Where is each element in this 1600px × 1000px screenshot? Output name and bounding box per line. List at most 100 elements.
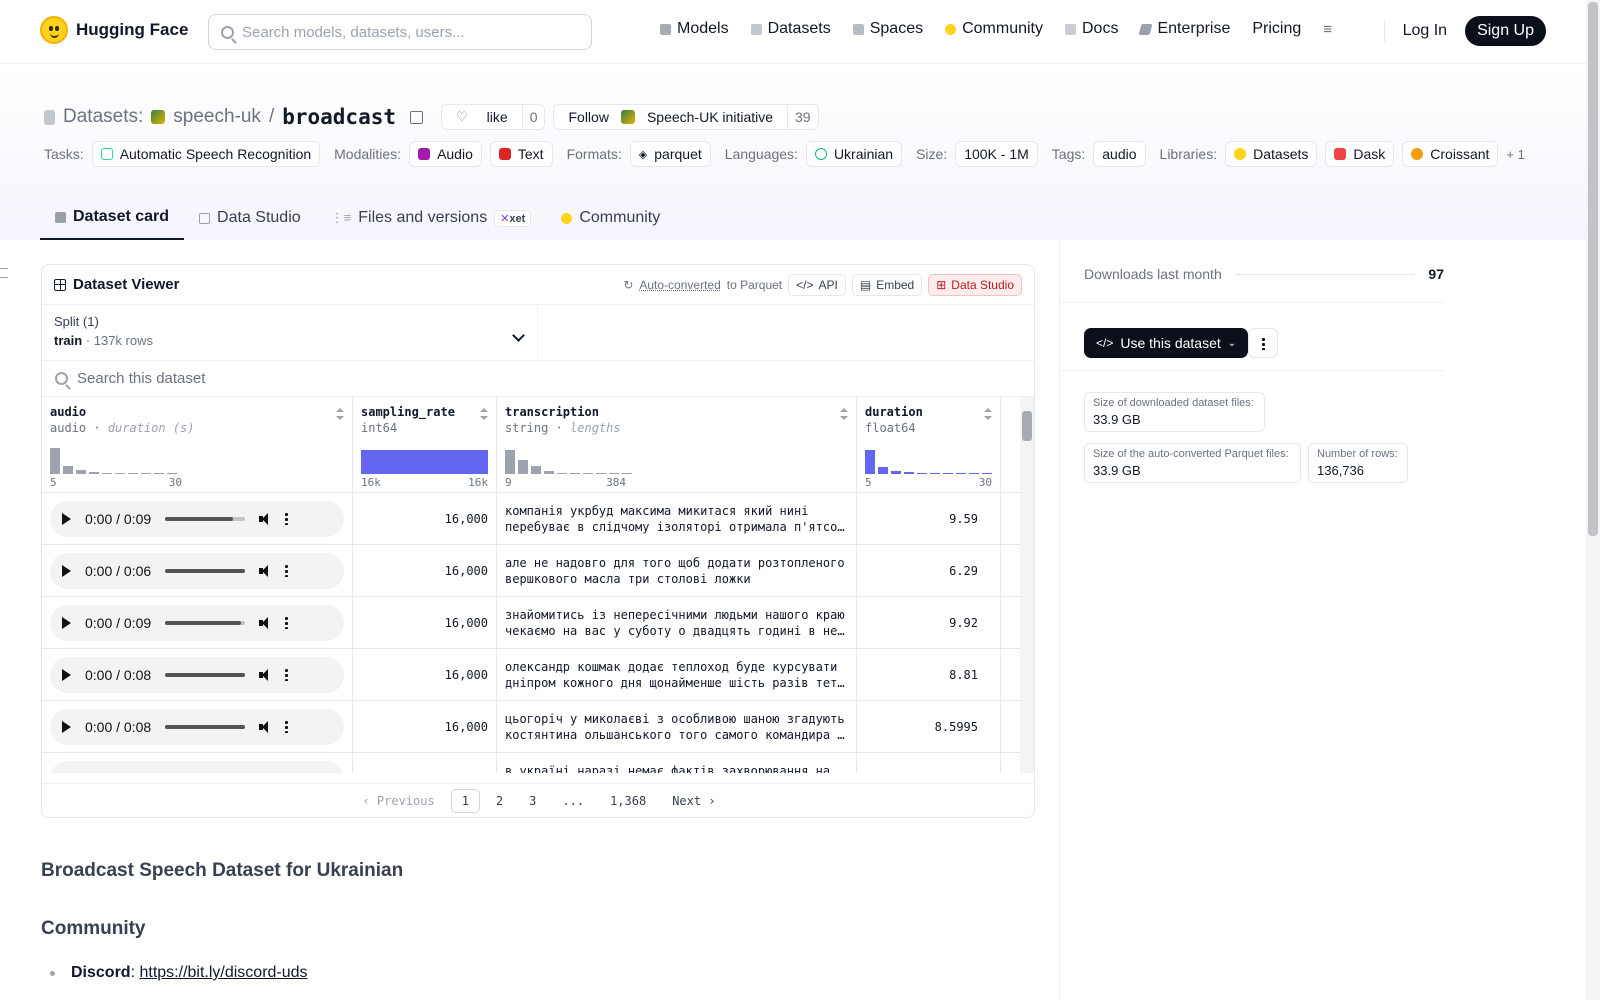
nav-models[interactable]: Models: [660, 20, 729, 38]
audio-player[interactable]: 0:00 / 0:08: [50, 656, 344, 693]
play-icon[interactable]: [62, 668, 71, 681]
nav-pricing[interactable]: Pricing: [1252, 20, 1301, 38]
column-header-sampling-rate[interactable]: sampling_rate int64 16k 16k: [353, 397, 497, 492]
kebab-icon[interactable]: [285, 512, 289, 525]
volume-icon[interactable]: [259, 616, 271, 629]
api-button[interactable]: </> API: [788, 273, 846, 296]
login-link[interactable]: Log In: [1403, 22, 1447, 40]
global-search-input[interactable]: Search models, datasets, users...: [208, 14, 592, 50]
tag-task[interactable]: Automatic Speech Recognition: [91, 141, 321, 167]
volume-icon[interactable]: [259, 720, 271, 733]
play-icon[interactable]: [62, 564, 71, 577]
sort-icon[interactable]: [336, 408, 344, 420]
brand-logo[interactable]: Hugging Face: [40, 16, 188, 44]
audio-player[interactable]: 0:00 / 0:06: [50, 552, 344, 589]
dataset-search-input[interactable]: Search this dataset: [42, 361, 1034, 397]
like-count: 0: [521, 105, 545, 129]
play-icon[interactable]: [62, 616, 71, 629]
tab-community[interactable]: Community: [546, 196, 675, 240]
tag-language[interactable]: Ukrainian: [805, 141, 903, 167]
parquet-size-stat: Size of the auto-converted Parquet files…: [1084, 443, 1301, 483]
nav-spaces[interactable]: Spaces: [852, 20, 923, 38]
tag-lib-croissant[interactable]: Croissant: [1402, 141, 1499, 167]
like-button[interactable]: ♡ like 0: [441, 104, 546, 130]
table-row[interactable]: 0:00 / 0:08 16,000 олександр кошмак додає …: [42, 649, 1034, 701]
nav-datasets[interactable]: Datasets: [750, 20, 831, 38]
spaces-icon: [852, 23, 864, 35]
table-row[interactable]: 0:00 / 0:06 16,000 але не надовго для того…: [42, 545, 1034, 597]
table-row[interactable]: 0:00 / 0:09 16,000 знайомитись із непересі…: [42, 597, 1034, 649]
sort-icon[interactable]: [840, 408, 848, 420]
page-1[interactable]: 1: [450, 788, 480, 813]
page-3[interactable]: 3: [519, 790, 546, 812]
volume-icon[interactable]: [259, 512, 271, 525]
audio-time: 0:00 / 0:08: [85, 666, 152, 683]
kebab-icon[interactable]: [285, 616, 289, 629]
tag-audio-modality[interactable]: Audio: [409, 141, 482, 167]
play-icon[interactable]: [62, 512, 71, 525]
tab-dataset-card[interactable]: Dataset card: [40, 196, 185, 240]
embed-button[interactable]: ▤ Embed: [851, 273, 923, 296]
follow-button[interactable]: Follow Speech-UK initiative 39: [553, 104, 819, 130]
volume-icon[interactable]: [259, 772, 271, 773]
prev-page-button[interactable]: ‹ Previous: [352, 790, 444, 812]
table-row[interactable]: 0:00 / 0:08 16,000 цьогоріч у миколаєві з …: [42, 701, 1034, 753]
audio-progress-track[interactable]: [165, 516, 246, 521]
audio-progress-track[interactable]: [165, 724, 246, 729]
audio-player[interactable]: 0:00 / 0:08: [50, 708, 344, 745]
audio-player[interactable]: 0:00 / 0:09: [50, 500, 344, 537]
nav-docs[interactable]: Docs: [1065, 20, 1118, 38]
audio-player[interactable]: 0:00 / 0:09: [50, 604, 344, 641]
page-scrollbar[interactable]: [1586, 0, 1600, 1000]
column-header-audio[interactable]: audio audio · duration (s) 5 30: [42, 397, 353, 492]
nav-more[interactable]: ≡: [1323, 21, 1332, 38]
use-dataset-button[interactable]: </> Use this dataset ⌄: [1084, 328, 1249, 358]
audio-progress-track[interactable]: [165, 568, 246, 573]
nav-community[interactable]: Community: [945, 20, 1043, 38]
data-studio-button[interactable]: ⊞ Data Studio: [928, 273, 1022, 296]
signup-button[interactable]: Sign Up: [1465, 16, 1546, 46]
volume-icon[interactable]: [259, 564, 271, 577]
play-icon[interactable]: [62, 720, 71, 733]
tag-lib-datasets[interactable]: Datasets: [1225, 141, 1318, 167]
tag-text-modality[interactable]: Text: [489, 141, 553, 167]
tag-format[interactable]: ◈ parquet: [629, 141, 711, 167]
kebab-icon[interactable]: [285, 772, 289, 773]
sort-icon[interactable]: [984, 408, 992, 420]
page-last[interactable]: 1,368: [600, 790, 656, 812]
next-page-button[interactable]: Next ›: [662, 790, 725, 812]
column-header-duration[interactable]: duration float64 5 30: [857, 397, 1001, 492]
tag-audio[interactable]: audio: [1093, 141, 1146, 167]
dataset-name-link[interactable]: broadcast: [282, 105, 396, 129]
transcription-line: в україні наразі немає фактів захворюван…: [505, 764, 831, 773]
table-row[interactable]: 0:00 / 0:05 в україні наразі немає фактів…: [42, 753, 1034, 773]
tag-lib-dask[interactable]: Dask: [1325, 141, 1395, 167]
tab-files[interactable]: ⋮≡ Files and versions ✕xet: [316, 196, 547, 240]
org-link[interactable]: speech-uk: [173, 106, 261, 128]
toc-toggle-icon[interactable]: [0, 268, 8, 278]
copy-icon[interactable]: [410, 110, 424, 124]
table-row[interactable]: 0:00 / 0:09 16,000 компанія укрбуд максима…: [42, 493, 1034, 545]
discord-link[interactable]: https://bit.ly/discord-uds: [139, 964, 307, 981]
search-icon: [55, 372, 68, 385]
volume-icon[interactable]: [259, 668, 271, 681]
tab-data-studio[interactable]: Data Studio: [184, 196, 316, 240]
kebab-icon[interactable]: [285, 564, 289, 577]
sort-icon[interactable]: [480, 408, 488, 420]
play-icon[interactable]: [62, 772, 71, 773]
tag-size[interactable]: 100K - 1M: [955, 141, 1038, 167]
column-header-transcription[interactable]: transcription string · lengths 9 384: [497, 397, 857, 492]
audio-player[interactable]: 0:00 / 0:05: [50, 760, 344, 773]
kebab-icon[interactable]: [285, 668, 289, 681]
refresh-icon: ↻: [623, 277, 634, 292]
split-dropdown[interactable]: Split (1) train · 137k rows: [42, 305, 538, 360]
auto-converted-link[interactable]: Auto-converted: [639, 278, 720, 292]
more-options-button[interactable]: [1248, 328, 1278, 358]
audio-progress-track[interactable]: [165, 620, 246, 625]
page-2[interactable]: 2: [486, 790, 513, 812]
kebab-icon[interactable]: [285, 720, 289, 733]
table-scrollbar[interactable]: [1020, 397, 1034, 773]
audio-progress-track[interactable]: [165, 672, 246, 677]
nav-enterprise[interactable]: Enterprise: [1138, 20, 1230, 38]
more-tags-link[interactable]: + 1: [1506, 147, 1524, 162]
